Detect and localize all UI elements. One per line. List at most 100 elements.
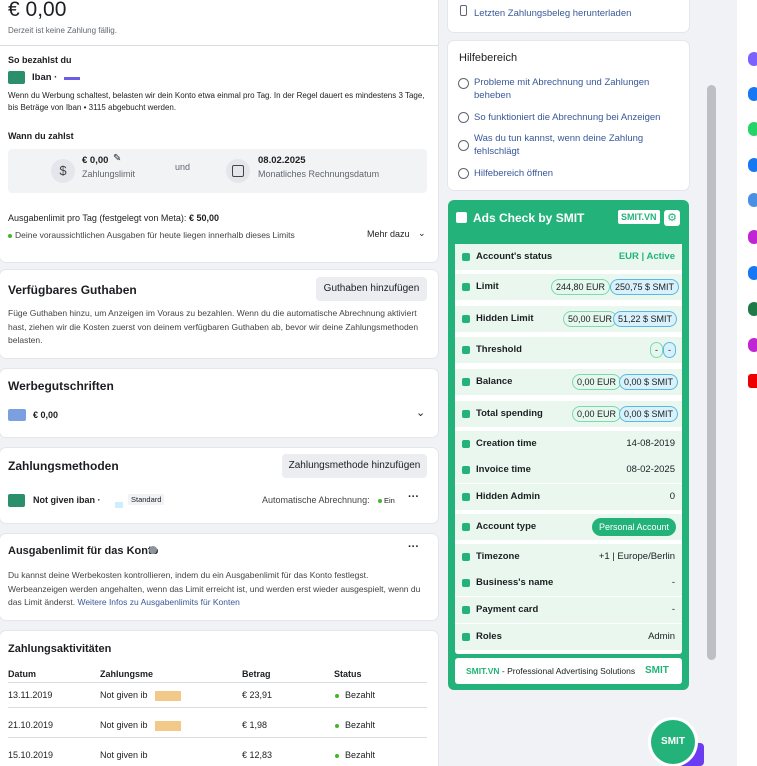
ad-credits-title: Werbegutschriften xyxy=(8,379,114,393)
ad-credits-card: Werbegutschriften € 0,00 ⌄ xyxy=(0,369,438,437)
gear-icon xyxy=(458,112,469,123)
row-roles: Roles Admin xyxy=(455,624,682,650)
limit-value: € 0,00 xyxy=(82,155,109,166)
invoice-icon xyxy=(462,466,470,474)
masked-iban xyxy=(115,502,123,508)
how-you-pay-title: So bezahlst du xyxy=(8,55,72,65)
row-amount: € 1,98 xyxy=(242,720,268,730)
row-invoice-time: Invoice time 08-02-2025 xyxy=(455,457,682,483)
auto-billing-label: Automatische Abrechnung: xyxy=(262,495,370,505)
spending-limit-link[interactable]: Weitere Infos zu Ausgabenlimits für Kont… xyxy=(77,597,239,607)
spend-projection: Deine voraussichtlichen Ausgaben für heu… xyxy=(15,230,295,240)
scrollbar[interactable] xyxy=(707,85,716,660)
smit-fab-button[interactable]: SMIT xyxy=(651,720,695,764)
app-icon-magenta[interactable] xyxy=(748,338,757,352)
and-separator: und xyxy=(175,162,191,172)
chevron-down-icon[interactable]: ⌄ xyxy=(416,406,425,419)
whatsapp-icon[interactable] xyxy=(748,122,757,136)
messenger-icon[interactable] xyxy=(748,52,757,66)
redacted-block xyxy=(155,721,181,731)
smit-ads-check-panel: Ads Check by SMIT SMIT.VN ⚙ Account's st… xyxy=(448,200,689,690)
google-icon[interactable] xyxy=(748,193,757,207)
status-dot xyxy=(8,234,12,238)
row-hidden-limit: Hidden Limit 50,00 EUR 51,22 $ SMIT xyxy=(455,306,682,332)
add-funds-button[interactable]: Guthaben hinzufügen xyxy=(316,277,427,301)
payment-method-name: Iban · xyxy=(32,72,58,83)
help-link-troubleshoot[interactable]: Probleme mit Abrechnung und Zahlungen be… xyxy=(474,76,679,102)
status-icon xyxy=(462,253,470,261)
users-icon xyxy=(462,633,470,641)
smit-footer: SMIT.VN - Professional Advertising Solut… xyxy=(455,658,682,684)
chevron-down-icon[interactable]: ⌄ xyxy=(418,228,426,239)
clock-icon xyxy=(462,553,470,561)
payment-description: Wenn du Werbung schaltest, belasten wir … xyxy=(8,91,425,112)
zalo-icon[interactable] xyxy=(748,87,757,101)
add-payment-method-button[interactable]: Zahlungsmethode hinzufügen xyxy=(282,454,427,478)
ad-credits-value: € 0,00 xyxy=(33,410,59,420)
row-hidden-admin: Hidden Admin 0 xyxy=(455,484,682,510)
help-center-title: Hilfebereich xyxy=(459,52,518,64)
status-dot xyxy=(378,499,382,503)
car-icon xyxy=(462,315,470,323)
app-icon-green[interactable] xyxy=(748,302,757,316)
prepaid-title: Verfügbares Guthaben xyxy=(8,283,137,297)
row-status: Bezahlt xyxy=(345,720,376,730)
payment-method-item: Not given iban · xyxy=(33,495,101,505)
more-options-icon[interactable]: ··· xyxy=(408,491,419,503)
help-link-open-center[interactable]: Hilfebereich öffnen xyxy=(474,167,679,180)
shield-icon xyxy=(462,493,470,501)
payment-activity-title: Zahlungsaktivitäten xyxy=(8,643,112,655)
table-row[interactable]: 15.10.2019 Not given ib € 12,83 Bezahlt xyxy=(0,737,438,766)
receipt-card: Letzten Zahlungsbeleg herunterladen xyxy=(448,0,689,32)
row-amount: € 12,83 xyxy=(242,750,273,760)
divider xyxy=(0,45,438,46)
row-date: 21.10.2019 xyxy=(8,720,54,730)
redacted-block xyxy=(155,691,181,701)
balance-amount: € 0,00 xyxy=(8,0,67,21)
account-spending-limit-card: Ausgabenlimit für das Konto ··· Du kanns… xyxy=(0,534,438,620)
masked-iban xyxy=(64,77,80,80)
smit-footer-logo: SMIT xyxy=(645,665,669,676)
minus-circle-icon xyxy=(458,140,469,151)
prepaid-description: Füge Guthaben hinzu, um Anzeigen im Vora… xyxy=(8,308,419,345)
row-method: Not given ib xyxy=(100,690,148,700)
download-receipt-link[interactable]: Letzten Zahlungsbeleg herunterladen xyxy=(474,8,631,19)
daily-limit: Ausgabenlimit pro Tag (festgelegt von Me… xyxy=(8,213,219,223)
coin-icon xyxy=(462,378,470,386)
status-dot xyxy=(335,754,339,758)
smit-logo-icon xyxy=(456,212,467,223)
col-header-date: Datum xyxy=(8,669,37,679)
limit-label: Zahlungslimit xyxy=(82,169,136,179)
info-icon[interactable] xyxy=(149,546,157,554)
app-icon-blue[interactable] xyxy=(748,266,757,280)
spending-limit-title: Ausgabenlimit für das Konto xyxy=(8,545,159,557)
right-extension-sidebar xyxy=(737,0,757,766)
row-balance: Balance 0,00 EUR 0,00 $ SMIT xyxy=(455,369,682,395)
more-options-icon[interactable]: ··· xyxy=(408,541,419,553)
calendar-icon xyxy=(226,159,250,183)
wallet-icon xyxy=(462,410,470,418)
payment-methods-title: Zahlungsmethoden xyxy=(8,459,119,473)
smit-badge[interactable]: SMIT.VN xyxy=(618,210,660,224)
payment-activity-card: Zahlungsaktivitäten Datum Zahlungsme Bet… xyxy=(0,631,438,766)
row-amount: € 23,91 xyxy=(242,690,273,700)
row-payment-card: Payment card - xyxy=(455,597,682,623)
edit-icon[interactable]: ✎ xyxy=(113,153,121,164)
app-icon-purple[interactable] xyxy=(748,230,757,244)
payment-methods-card: Zahlungsmethoden Zahlungsmethode hinzufü… xyxy=(0,448,438,523)
help-link-billing[interactable]: So funktioniert die Abrechnung bei Anzei… xyxy=(474,111,679,124)
daily-limit-value: € 50,00 xyxy=(188,213,219,223)
help-link-failed-payment[interactable]: Was du tun kannst, wenn deine Zahlung fe… xyxy=(474,132,679,158)
more-info-link[interactable]: Mehr dazu xyxy=(367,229,410,239)
card-icon xyxy=(462,283,470,291)
facebook-icon[interactable] xyxy=(748,158,757,172)
footer-brand: SMIT.VN xyxy=(466,666,500,676)
youtube-icon[interactable] xyxy=(748,374,757,388)
settings-gear-icon[interactable]: ⚙ xyxy=(664,210,680,226)
status-dot xyxy=(335,694,339,698)
bank-icon xyxy=(8,71,25,84)
row-business-name: Business's name - xyxy=(455,570,682,596)
status-dot xyxy=(335,724,339,728)
row-limit: Limit 244,80 EUR 250,75 $ SMIT xyxy=(455,274,682,300)
row-account-status: Account's status EUR | Active xyxy=(455,244,682,270)
